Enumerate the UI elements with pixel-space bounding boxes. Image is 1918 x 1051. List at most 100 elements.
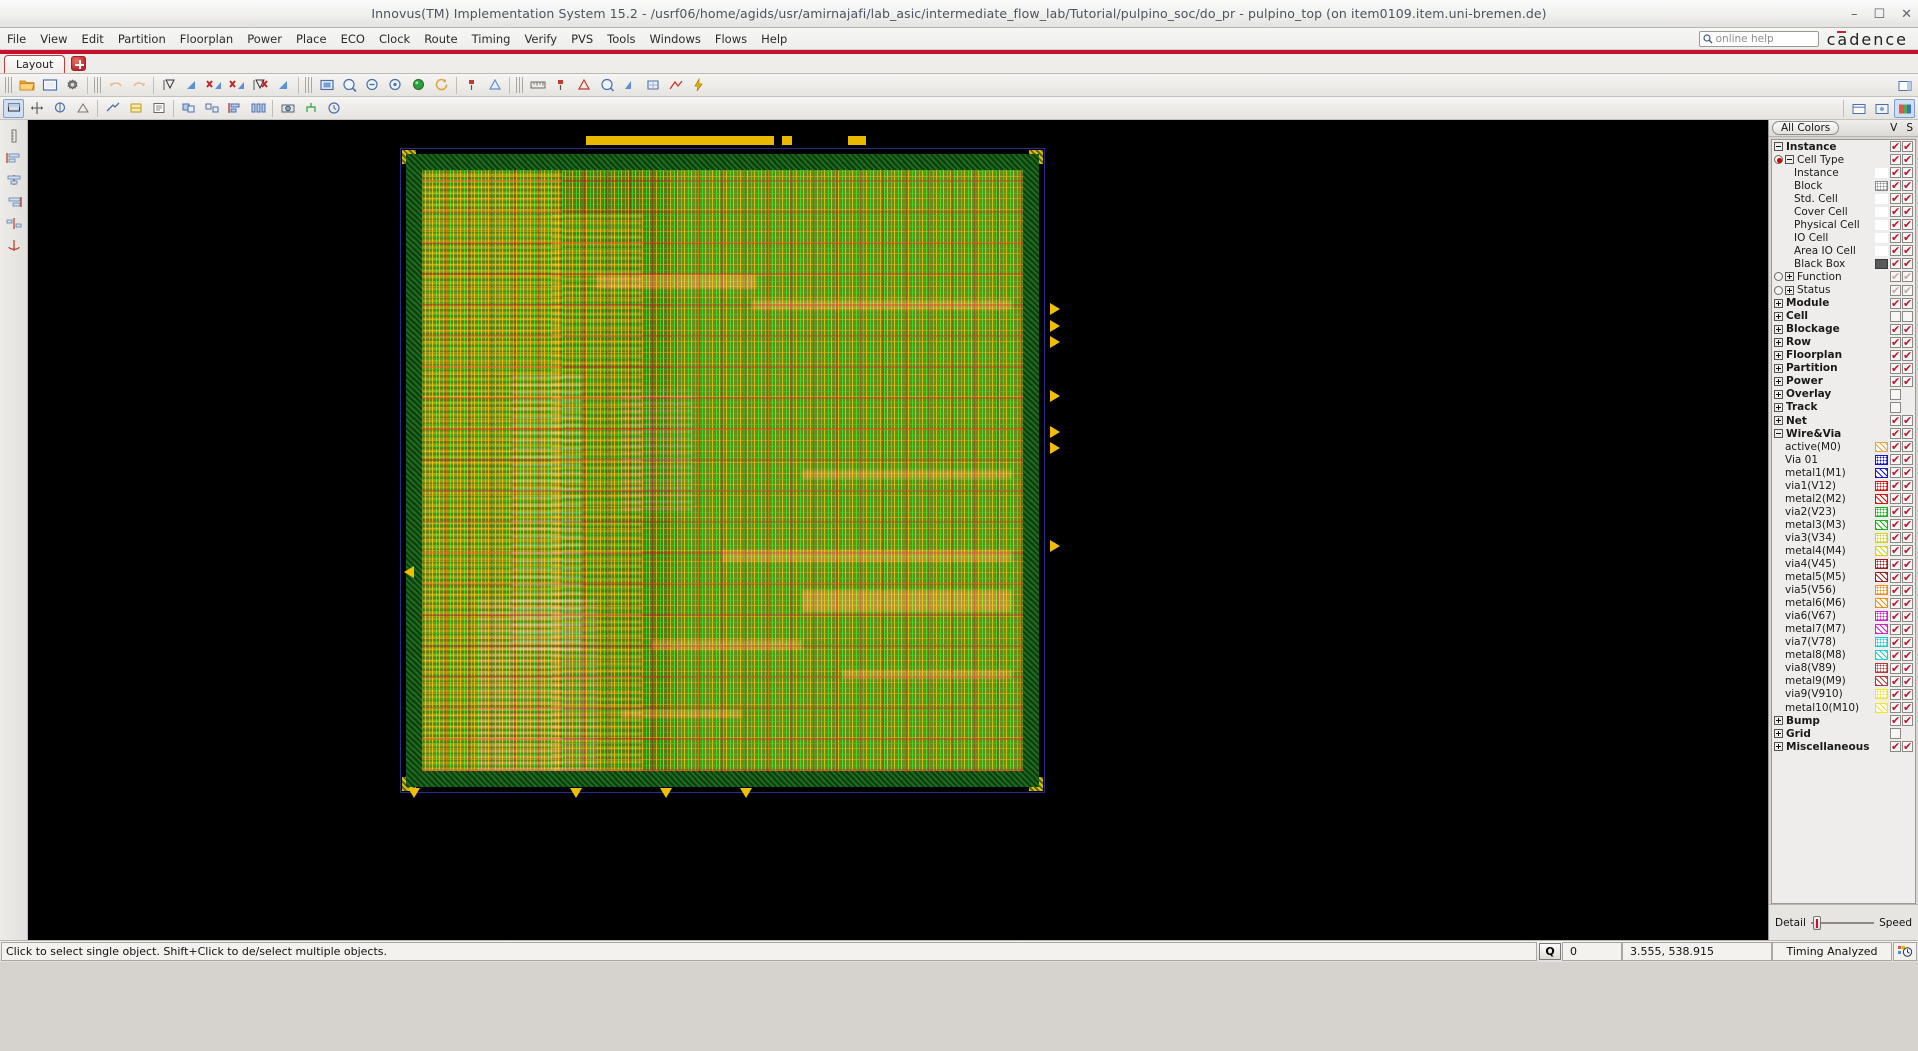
selectability-checkbox[interactable] [1902,414,1913,427]
layer-row[interactable]: Bump [1772,714,1915,727]
layer-color-swatch[interactable] [1875,532,1888,543]
expand-icon[interactable] [1785,285,1794,295]
visibility-checkbox[interactable] [1890,479,1901,492]
select-arrow-icon[interactable] [158,76,179,95]
layer-row[interactable]: via5(V56) [1772,584,1915,597]
menu-floorplan[interactable]: Floorplan [173,30,240,48]
layer-row[interactable]: via7(V78) [1772,636,1915,649]
shape-edit-icon[interactable] [181,76,202,95]
detail-speed-slider[interactable] [1810,915,1875,930]
visibility-checkbox[interactable] [1890,558,1901,571]
visibility-checkbox[interactable] [1890,244,1901,257]
layer-color-swatch[interactable] [1875,624,1888,635]
density-icon[interactable] [596,76,617,95]
expand-icon[interactable] [1774,337,1783,347]
edit-wire-icon[interactable] [102,99,123,118]
selectability-checkbox[interactable] [1902,336,1913,349]
panel-toggle-icon[interactable] [1894,76,1915,95]
visibility-checkbox[interactable] [1890,310,1901,322]
layer-row[interactable]: Grid [1772,727,1915,740]
selectability-checkbox[interactable] [1902,270,1913,283]
selectability-checkbox[interactable] [1902,531,1913,544]
visibility-checkbox[interactable] [1890,714,1901,727]
tab-layout[interactable]: Layout [4,55,66,73]
selectability-checkbox[interactable] [1902,649,1913,662]
layer-row[interactable]: Instance [1772,140,1915,153]
shape-cut-icon[interactable] [250,76,271,95]
menu-view[interactable]: View [33,30,74,48]
visibility-checkbox[interactable] [1890,492,1901,505]
cut-tool-icon[interactable] [72,99,93,118]
layer-row[interactable]: metal9(M9) [1772,675,1915,688]
selectability-checkbox[interactable] [1902,205,1913,218]
layer-row[interactable]: Function [1772,270,1915,283]
hierarchy-down-icon[interactable] [461,76,482,95]
layer-row[interactable]: IO Cell [1772,231,1915,244]
layer-color-swatch[interactable] [1875,167,1888,178]
layer-row[interactable]: via9(V910) [1772,688,1915,701]
settings-gear-icon[interactable] [62,76,83,95]
selectability-checkbox[interactable] [1902,610,1913,623]
visibility-checkbox[interactable] [1890,427,1901,440]
layer-color-swatch[interactable] [1875,689,1888,700]
maximize-icon[interactable]: ☐ [1873,8,1885,21]
visibility-checkbox[interactable] [1890,270,1901,283]
menu-clock[interactable]: Clock [372,30,417,48]
align-right-icon[interactable] [4,194,24,209]
selectability-checkbox[interactable] [1902,257,1913,270]
layer-row[interactable]: Area IO Cell [1772,244,1915,257]
visibility-checkbox[interactable] [1890,388,1901,400]
selectability-checkbox[interactable] [1902,244,1913,257]
layer-color-swatch[interactable] [1875,232,1888,243]
visibility-checkbox[interactable] [1890,728,1901,740]
selectability-checkbox[interactable] [1902,140,1913,153]
design-die-area[interactable] [400,136,1060,798]
selectability-checkbox[interactable] [1902,231,1913,244]
query-button[interactable]: Q [1539,943,1561,960]
selectability-checkbox[interactable] [1902,701,1913,714]
layer-color-swatch[interactable] [1875,572,1888,583]
visibility-checkbox[interactable] [1890,140,1901,153]
visibility-checkbox[interactable] [1890,375,1901,388]
selectability-checkbox[interactable] [1902,584,1913,597]
visibility-checkbox[interactable] [1890,401,1901,413]
expand-icon[interactable] [1774,363,1783,373]
violation-browser-icon[interactable] [550,76,571,95]
menu-partition[interactable]: Partition [111,30,173,48]
visibility-checkbox[interactable] [1890,218,1901,231]
hierarchy-up-icon[interactable] [484,76,505,95]
expand-icon[interactable] [1774,376,1783,386]
layer-row[interactable]: Status [1772,284,1915,297]
layer-radio[interactable] [1774,155,1783,165]
layer-color-swatch[interactable] [1875,598,1888,609]
selectability-checkbox[interactable] [1902,427,1913,440]
layer-row[interactable]: active(M0) [1772,440,1915,453]
net-view-icon[interactable] [665,76,686,95]
selectability-checkbox[interactable] [1902,636,1913,649]
layer-color-swatch[interactable] [1875,180,1888,191]
visibility-checkbox[interactable] [1890,662,1901,675]
selectability-checkbox[interactable] [1902,662,1913,675]
layer-row[interactable]: Black Box [1772,257,1915,270]
visibility-checkbox[interactable] [1890,584,1901,597]
zoom-previous-icon[interactable] [408,76,429,95]
selectability-checkbox[interactable] [1902,218,1913,231]
toolbar-grip[interactable] [5,77,12,93]
visibility-checkbox[interactable] [1890,610,1901,623]
select-tool-icon[interactable] [3,98,24,118]
close-icon[interactable]: ✕ [1901,8,1912,21]
expand-icon[interactable] [1774,742,1783,752]
layer-row[interactable]: Power [1772,375,1915,388]
layer-color-swatch[interactable] [1875,702,1888,713]
layer-row[interactable]: Cell [1772,310,1915,323]
layer-row[interactable]: via3(V34) [1772,531,1915,544]
toolbar-grip[interactable] [305,77,312,93]
layer-color-swatch[interactable] [1875,454,1888,465]
selectability-checkbox[interactable] [1902,362,1913,375]
visibility-checkbox[interactable] [1890,257,1901,270]
layer-row[interactable]: via6(V67) [1772,610,1915,623]
pin-editor-icon[interactable] [125,99,146,118]
visibility-checkbox[interactable] [1890,675,1901,688]
selectability-checkbox[interactable] [1902,284,1913,297]
layer-row[interactable]: Cover Cell [1772,205,1915,218]
